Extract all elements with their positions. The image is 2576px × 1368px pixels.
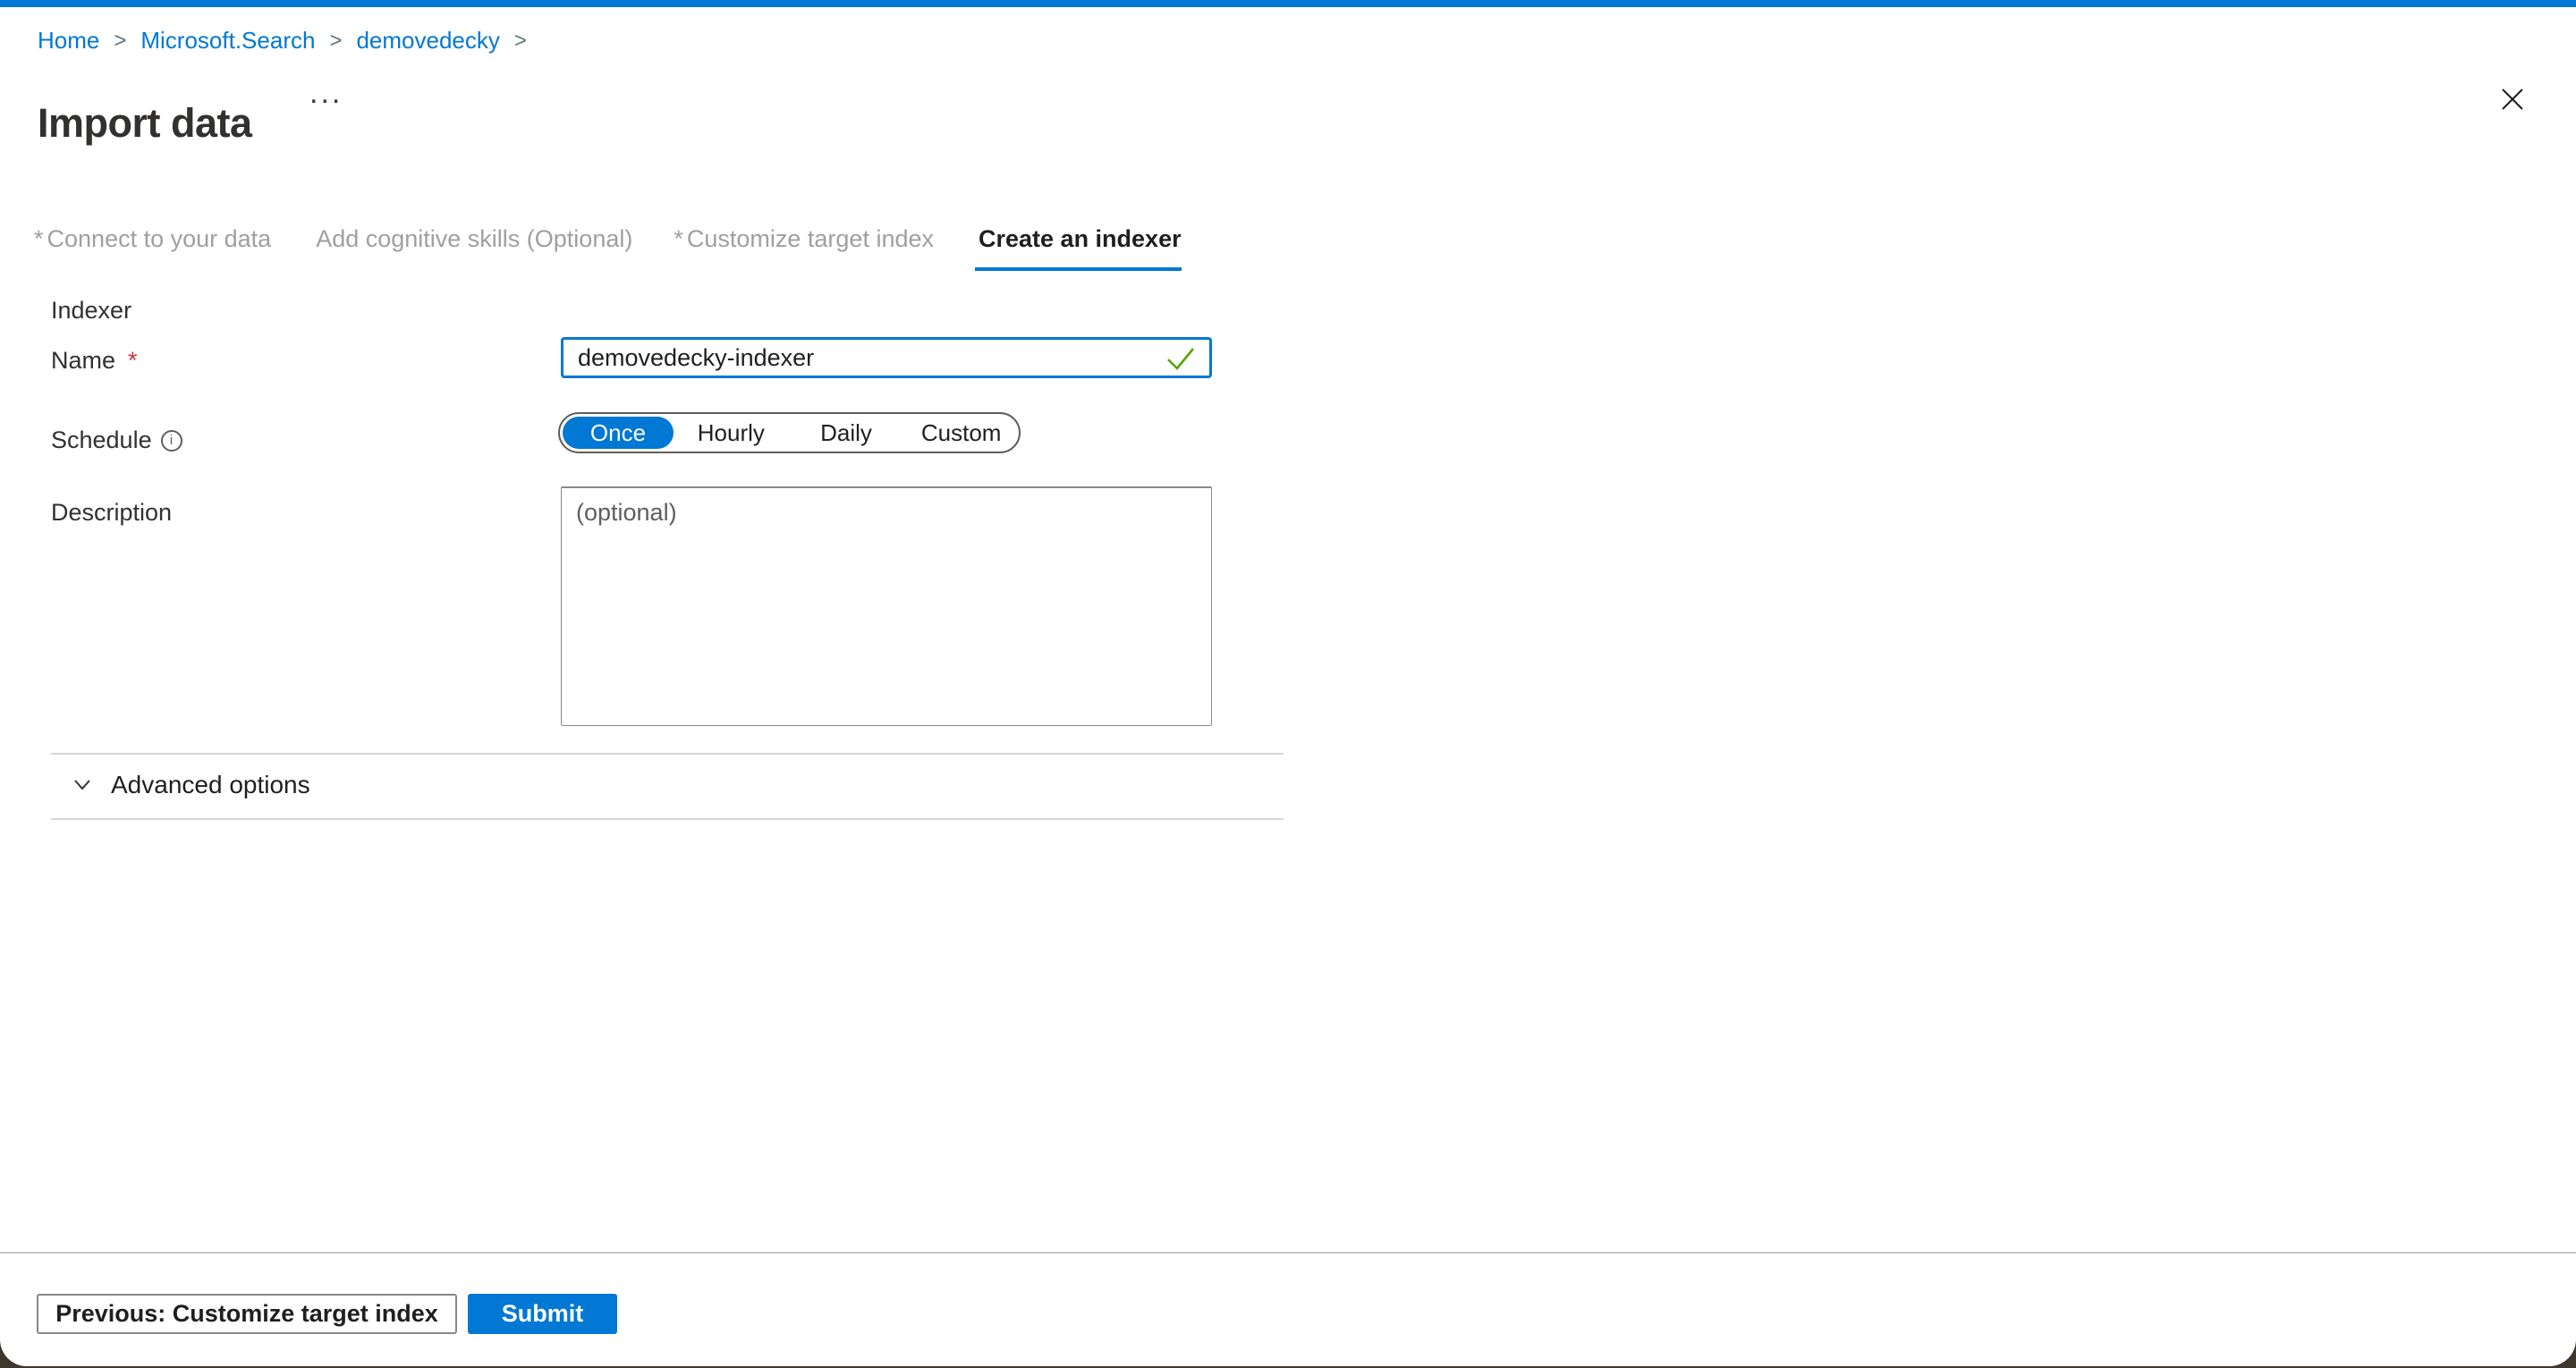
close-icon[interactable] <box>2497 85 2528 115</box>
wizard-tabs: *Connect to your data Add cognitive skil… <box>34 225 1182 271</box>
tab-required-marker: * <box>674 225 683 252</box>
top-accent-bar <box>0 0 2576 7</box>
breadcrumb-link-demovedecky[interactable]: demovedecky <box>356 27 499 55</box>
tab-label: Create an indexer <box>979 225 1182 252</box>
breadcrumb-link-home[interactable]: Home <box>38 27 99 55</box>
tab-connect-to-your-data[interactable]: *Connect to your data <box>34 225 271 271</box>
import-data-panel: Home > Microsoft.Search > demovedecky > … <box>0 0 2576 1366</box>
schedule-option-hourly[interactable]: Hourly <box>674 419 789 447</box>
breadcrumb-separator: > <box>114 29 126 54</box>
advanced-options-toggle[interactable]: Advanced options <box>70 771 310 799</box>
tab-required-marker: * <box>34 225 44 252</box>
chevron-down-icon <box>70 772 95 799</box>
tab-label: Customize target index <box>687 225 934 252</box>
schedule-field-label: Schedule i <box>51 426 182 454</box>
description-field-label: Description <box>51 499 172 527</box>
indexer-name-input[interactable] <box>561 337 1212 378</box>
advanced-options-label: Advanced options <box>111 771 310 799</box>
breadcrumb: Home > Microsoft.Search > demovedecky > <box>38 27 527 55</box>
breadcrumb-separator: > <box>514 29 527 54</box>
info-icon[interactable]: i <box>161 430 182 452</box>
tab-add-cognitive-skills[interactable]: Add cognitive skills (Optional) <box>312 225 632 271</box>
indexer-section-title: Indexer <box>51 297 131 325</box>
schedule-option-once[interactable]: Once <box>563 417 674 449</box>
submit-button[interactable]: Submit <box>468 1294 617 1334</box>
footer-divider <box>0 1252 2576 1254</box>
tab-label: Add cognitive skills (Optional) <box>316 225 632 252</box>
tab-label: Connect to your data <box>47 225 272 252</box>
description-textarea[interactable] <box>561 486 1212 726</box>
schedule-option-custom[interactable]: Custom <box>903 419 1019 447</box>
tab-create-an-indexer[interactable]: Create an indexer <box>975 225 1182 271</box>
tab-customize-target-index[interactable]: *Customize target index <box>674 225 934 271</box>
required-asterisk: * <box>128 347 138 375</box>
divider <box>51 753 1284 755</box>
schedule-option-daily[interactable]: Daily <box>789 419 904 447</box>
breadcrumb-link-microsoft-search[interactable]: Microsoft.Search <box>140 27 315 55</box>
page-title: Import data <box>38 100 252 147</box>
more-options-icon[interactable]: ... <box>304 75 348 112</box>
breadcrumb-separator: > <box>329 29 342 54</box>
name-field-wrapper <box>561 337 1212 378</box>
divider <box>51 818 1284 820</box>
previous-button[interactable]: Previous: Customize target index <box>37 1294 457 1334</box>
schedule-pill-group: Once Hourly Daily Custom <box>558 412 1021 453</box>
name-field-label: Name* <box>51 347 138 375</box>
